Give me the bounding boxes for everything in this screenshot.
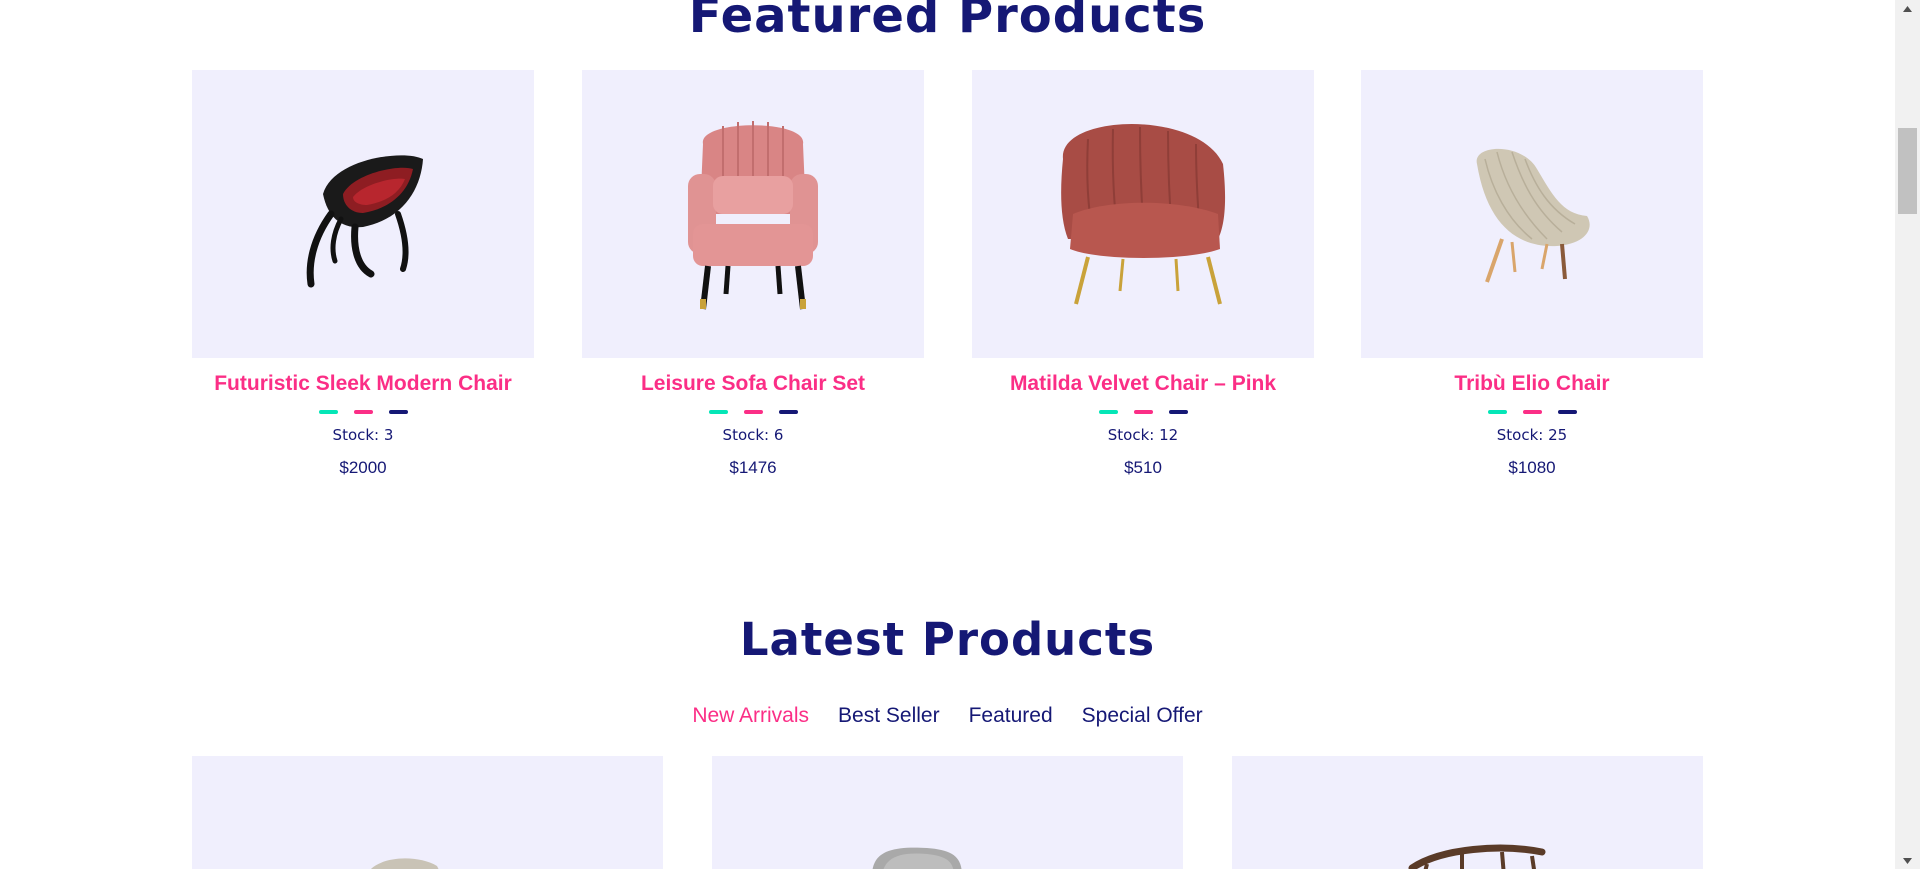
color-dot-navy: [388, 410, 408, 414]
product-stock: Stock: 6: [722, 426, 784, 444]
tab-special-offer[interactable]: Special Offer: [1082, 701, 1203, 731]
color-dot-teal: [1487, 410, 1507, 414]
scroll-down-arrow-icon[interactable]: [1895, 852, 1920, 869]
featured-product-card[interactable]: Tribù Elio Chair Stock: 25 $1080: [1361, 70, 1703, 490]
latest-product-card[interactable]: [192, 756, 663, 869]
tab-featured[interactable]: Featured: [969, 701, 1053, 731]
product-price: $1476: [729, 458, 777, 477]
product-stock: Stock: 3: [332, 426, 394, 444]
color-dots: [972, 410, 1314, 414]
latest-product-card[interactable]: [712, 756, 1183, 869]
tab-new-arrivals[interactable]: New Arrivals: [692, 701, 809, 731]
color-dot-navy: [1557, 410, 1577, 414]
color-dot-navy: [1168, 410, 1188, 414]
terracotta-velvet-chair-image: [1061, 124, 1226, 305]
scrollbar-thumb[interactable]: [1898, 128, 1917, 214]
latest-products-tabs: New Arrivals Best Seller Featured Specia…: [0, 701, 1895, 731]
beige-chair-image: [370, 858, 439, 869]
page: Featured Products Futuristic Sleek Moder…: [0, 0, 1895, 869]
product-image[interactable]: [582, 70, 924, 358]
color-dot-teal: [318, 410, 338, 414]
color-dot-teal: [708, 410, 728, 414]
tab-best-seller[interactable]: Best Seller: [838, 701, 940, 731]
product-stock: Stock: 25: [1496, 426, 1568, 444]
color-dot-pink: [353, 410, 373, 414]
product-image[interactable]: [1361, 70, 1703, 358]
color-dot-pink: [1522, 410, 1542, 414]
color-dots: [192, 410, 534, 414]
latest-products-grid: [192, 756, 1703, 869]
featured-products-title: Featured Products: [688, 0, 1207, 44]
color-dot-navy: [778, 410, 798, 414]
scroll-up-arrow-icon[interactable]: [1895, 0, 1920, 17]
featured-product-card[interactable]: Matilda Velvet Chair – Pink Stock: 12 $5…: [972, 70, 1314, 490]
product-image[interactable]: [972, 70, 1314, 358]
product-price: $1080: [1508, 458, 1556, 477]
pink-wingback-chair-image: [688, 121, 818, 310]
color-dots: [582, 410, 924, 414]
featured-product-card[interactable]: Futuristic Sleek Modern Chair Stock: 3 $…: [192, 70, 534, 490]
vertical-scrollbar[interactable]: [1895, 0, 1920, 869]
product-name[interactable]: Futuristic Sleek Modern Chair: [192, 370, 534, 398]
black-red-chair-image: [306, 155, 423, 288]
color-dot-pink: [1133, 410, 1153, 414]
color-dot-pink: [743, 410, 763, 414]
product-price: $510: [1124, 458, 1162, 477]
product-price: $2000: [339, 458, 387, 477]
featured-products-grid: Futuristic Sleek Modern Chair Stock: 3 $…: [192, 70, 1703, 490]
color-dot-teal: [1098, 410, 1118, 414]
color-dots: [1361, 410, 1703, 414]
product-name[interactable]: Leisure Sofa Chair Set: [582, 370, 924, 398]
product-image[interactable]: [192, 70, 534, 358]
grey-chair-image: [872, 847, 962, 869]
product-name[interactable]: Tribù Elio Chair: [1361, 370, 1703, 398]
latest-product-card[interactable]: [1232, 756, 1703, 869]
latest-products-title: Latest Products: [739, 613, 1156, 666]
product-stock: Stock: 12: [1107, 426, 1179, 444]
wooden-chair-image: [1408, 844, 1546, 869]
product-name[interactable]: Matilda Velvet Chair – Pink: [972, 370, 1314, 398]
featured-product-card[interactable]: Leisure Sofa Chair Set Stock: 6 $1476: [582, 70, 924, 490]
beige-lounge-chair-image: [1476, 148, 1590, 283]
